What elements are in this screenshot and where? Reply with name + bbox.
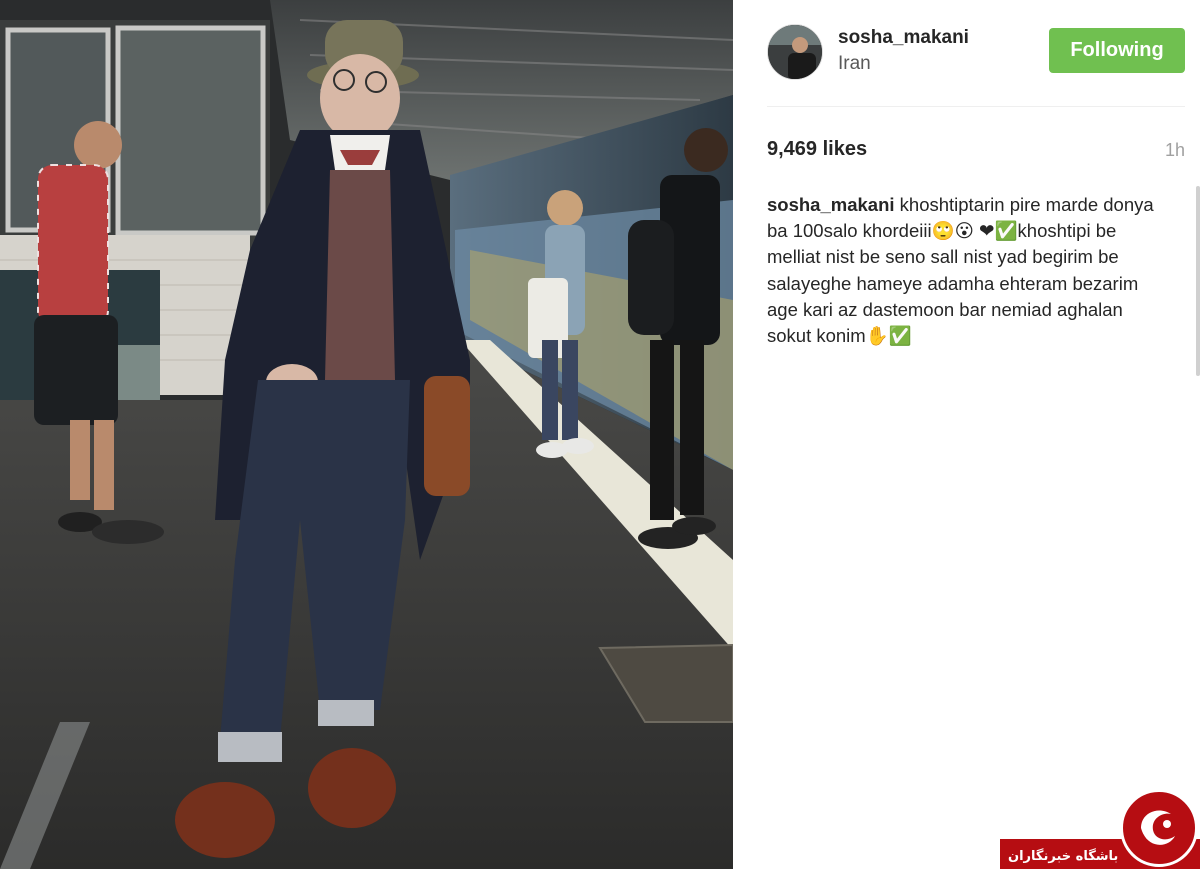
avatar[interactable] [767,24,823,80]
post-header: sosha_makani Iran Following [767,22,1185,84]
profile-photo-icon [768,25,822,79]
following-button[interactable]: Following [1049,28,1185,73]
logo-seal-icon [1120,789,1198,867]
caption-text: khoshtiptarin pire marde donya ba 100sal… [767,194,1154,347]
post-side-panel: sosha_makani Iran Following 9,469 likes … [733,0,1200,869]
subway-platform-photo [0,0,733,869]
post-location[interactable]: Iran [838,53,871,75]
watermark: باشگاه خبرنگاران [1000,787,1200,869]
post-caption: sosha_makani khoshtiptarin pire marde do… [767,192,1167,349]
header-divider [767,106,1185,107]
caption-username[interactable]: sosha_makani [767,194,895,215]
caption-scrollbar[interactable] [1196,186,1200,376]
post-username[interactable]: sosha_makani [838,27,969,49]
post-time[interactable]: 1h [1165,140,1185,161]
likes-count[interactable]: 9,469 likes [767,138,867,161]
post-photo[interactable] [0,0,733,869]
watermark-text: باشگاه خبرنگاران [1008,849,1119,864]
